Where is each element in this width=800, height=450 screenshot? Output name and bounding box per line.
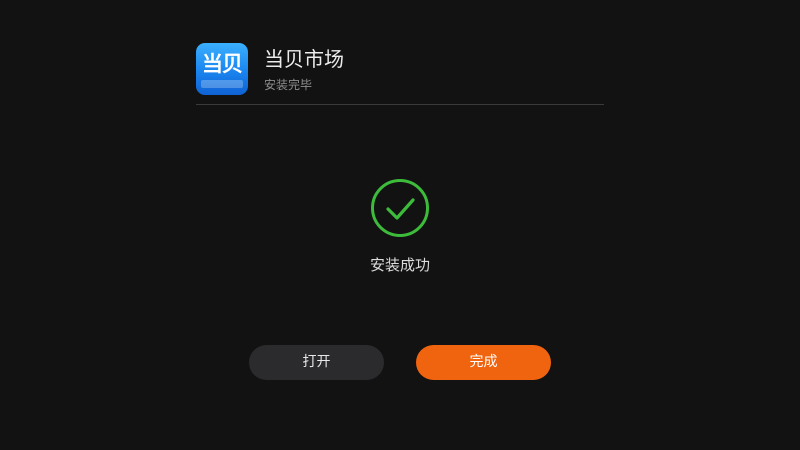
app-name: 当贝市场: [264, 47, 344, 71]
app-icon-subtitle-bar: [201, 80, 243, 88]
install-status-text: 安装完毕: [264, 78, 313, 92]
install-success-message: 安装成功: [369, 256, 430, 274]
done-button[interactable]: 完成: [416, 345, 551, 380]
open-button[interactable]: 打开: [249, 345, 384, 380]
install-complete-screen: 当贝 当贝市场 安装完毕 安装成功 打开 完成: [0, 0, 800, 450]
app-header: 当贝 当贝市场 安装完毕: [196, 43, 604, 105]
check-circle-icon: [370, 178, 430, 238]
app-icon: 当贝: [196, 43, 248, 95]
app-icon-glyph: 当贝: [202, 52, 243, 76]
